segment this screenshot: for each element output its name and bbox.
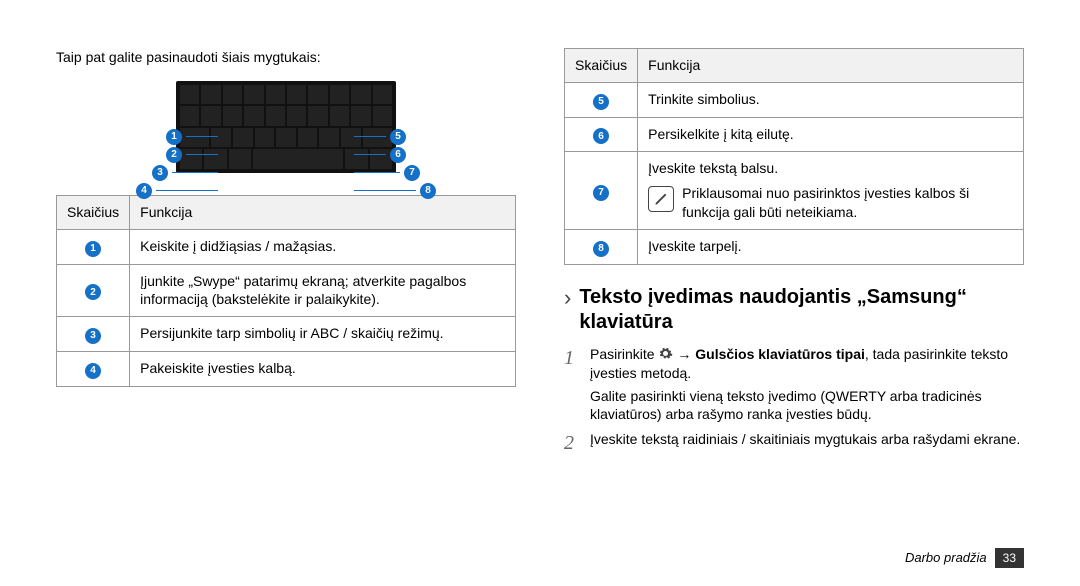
right-column: Skaičius Funkcija 5 Trinkite simbolius. … (564, 48, 1024, 562)
row-text: Pakeiskite įvesties kalbą. (130, 352, 516, 387)
keyboard-illustration: 1 2 3 4 5 6 7 8 (136, 81, 436, 173)
row-text-main: Įveskite tekstą balsu. (648, 159, 1013, 178)
callout-1: 1 (166, 129, 182, 145)
table-row: 2 Įjunkite „Swype“ patarimų ekraną; atve… (57, 264, 516, 317)
step-bold: Gulsčios klaviatūros tipai (695, 346, 865, 362)
table-row: 8 Įveskite tarpelį. (565, 230, 1024, 265)
step-body: Pasirinkite → Gulsčios klaviatūros tipai… (590, 345, 1024, 425)
table-row: 4 Pakeiskite įvesties kalbą. (57, 352, 516, 387)
row-text: Trinkite simbolius. (638, 82, 1024, 117)
th-number: Skaičius (57, 195, 130, 229)
callout-2: 2 (166, 147, 182, 163)
row-num-2: 2 (85, 284, 101, 300)
th-function: Funkcija (130, 195, 516, 229)
note-text: Priklausomai nuo pasirinktos įvesties ka… (682, 184, 1013, 222)
page-footer: Darbo pradžia 33 (905, 548, 1024, 568)
step-number: 2 (564, 430, 582, 457)
row-num-8: 8 (593, 241, 609, 257)
table-row: 5 Trinkite simbolius. (565, 82, 1024, 117)
left-table: Skaičius Funkcija 1 Keiskite į didžiąsia… (56, 195, 516, 387)
gear-icon (658, 346, 673, 361)
row-text: Įjunkite „Swype“ patarimų ekraną; atverk… (130, 264, 516, 317)
th-number: Skaičius (565, 49, 638, 83)
table-row: 1 Keiskite į didžiąsias / mažąsias. (57, 229, 516, 264)
row-num-5: 5 (593, 94, 609, 110)
step-2: 2 Įveskite tekstą raidiniais / skaitinia… (564, 430, 1024, 457)
chevron-icon: › (564, 287, 571, 309)
row-num-4: 4 (85, 363, 101, 379)
row-num-6: 6 (593, 128, 609, 144)
footer-section: Darbo pradžia (905, 549, 987, 567)
step-number: 1 (564, 345, 582, 425)
table-row: 7 Įveskite tekstą balsu. Priklausomai nu… (565, 152, 1024, 230)
callout-5: 5 (390, 129, 406, 145)
row-num-1: 1 (85, 241, 101, 257)
callout-3: 3 (152, 165, 168, 181)
right-table: Skaičius Funkcija 5 Trinkite simbolius. … (564, 48, 1024, 265)
th-function: Funkcija (638, 49, 1024, 83)
page-number: 33 (995, 548, 1024, 568)
row-num-3: 3 (85, 328, 101, 344)
step-extra: Galite pasirinkti vieną teksto įvedimo (… (590, 387, 1024, 425)
step-body: Įveskite tekstą raidiniais / skaitiniais… (590, 430, 1020, 457)
callout-6: 6 (390, 147, 406, 163)
row-text: Įveskite tekstą balsu. Priklausomai nuo … (638, 152, 1024, 230)
left-column: Taip pat galite pasinaudoti šiais mygtuk… (56, 48, 516, 562)
step-1: 1 Pasirinkite → Gulsčios klaviatūros tip… (564, 345, 1024, 425)
intro-text: Taip pat galite pasinaudoti šiais mygtuk… (56, 48, 516, 67)
table-row: 3 Persijunkite tarp simbolių ir ABC / sk… (57, 317, 516, 352)
note-icon (648, 186, 674, 212)
row-text: Įveskite tarpelį. (638, 230, 1024, 265)
callout-8: 8 (420, 183, 436, 199)
callout-7: 7 (404, 165, 420, 181)
row-num-7: 7 (593, 185, 609, 201)
row-text: Persijunkite tarp simbolių ir ABC / skai… (130, 317, 516, 352)
section-title: Teksto įvedimas naudojantis „Samsung“ kl… (579, 285, 1024, 335)
callout-4: 4 (136, 183, 152, 199)
table-row: 6 Persikelkite į kitą eilutę. (565, 117, 1024, 152)
row-text: Keiskite į didžiąsias / mažąsias. (130, 229, 516, 264)
section-heading: › Teksto įvedimas naudojantis „Samsung“ … (564, 285, 1024, 335)
row-text: Persikelkite į kitą eilutę. (638, 117, 1024, 152)
